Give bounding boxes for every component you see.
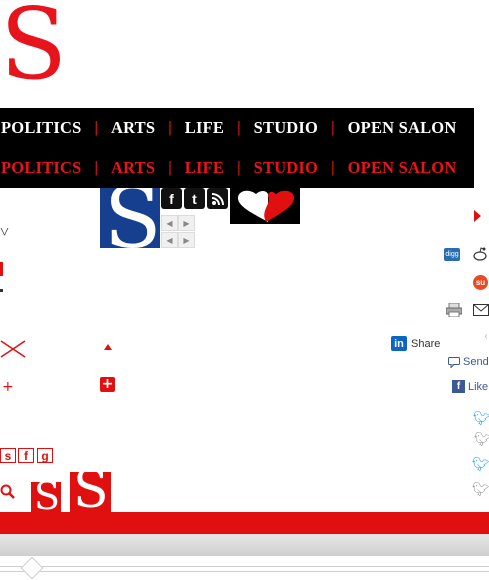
email-icon[interactable] — [473, 303, 489, 321]
edge-red-mark — [0, 262, 3, 276]
salon-logo[interactable]: S — [0, 0, 67, 94]
linkedin-share-label: Share — [411, 337, 441, 350]
twitter-bird-icon[interactable]: 🐦︎ — [473, 411, 489, 427]
nav-separator: | — [331, 159, 335, 176]
stumbleupon-icon[interactable]: su — [473, 275, 488, 290]
reddit-icon[interactable] — [472, 246, 488, 267]
divider-line — [0, 566, 489, 567]
salon-small-logo[interactable]: S — [31, 482, 61, 512]
send-label: Send — [463, 356, 489, 368]
facebook-icon[interactable]: f — [161, 188, 182, 209]
close-icon[interactable] — [0, 340, 26, 363]
facebook-like-button[interactable]: f Like — [452, 380, 488, 393]
collapse-arrow-icon[interactable]: ‹ — [484, 328, 488, 343]
linkedin-icon: in — [391, 336, 407, 351]
nav-separator: | — [168, 159, 172, 176]
nav-item-politics[interactable]: POLITICS — [0, 118, 81, 138]
edge-dot — [0, 289, 3, 292]
edge-glyph: ˅ — [0, 224, 10, 241]
linkedin-share-button[interactable]: in Share — [391, 336, 440, 351]
divider-line — [0, 571, 489, 572]
facebook-like-icon: f — [452, 380, 465, 393]
nav-item-open-salon[interactable]: OPEN SALON — [348, 118, 457, 138]
twitter-icon[interactable]: t — [184, 188, 205, 209]
prev-arrow-disabled-icon: ◀ — [161, 232, 178, 248]
plus-icon[interactable]: + — [2, 380, 14, 394]
main-nav: POLITICS | ARTS | LIFE | STUDIO | OPEN S… — [0, 108, 474, 148]
nav-separator: | — [94, 119, 98, 136]
nav-item-open-salon-hover[interactable]: OPEN SALON — [348, 158, 457, 178]
add-box-icon[interactable]: + — [100, 377, 115, 392]
salon-share-icon[interactable]: s — [0, 448, 16, 463]
nav-separator: | — [168, 119, 172, 136]
salon-s-badge[interactable]: S — [100, 188, 160, 248]
next-arrow-disabled-icon: ▶ — [178, 232, 195, 248]
like-label: Like — [468, 380, 489, 393]
play-arrow-icon[interactable] — [474, 210, 481, 222]
facebook-share-icon[interactable]: f — [18, 448, 34, 463]
twitter-bird-gray-icon[interactable]: 🐦︎ — [472, 482, 489, 498]
caret-up-icon[interactable] — [104, 344, 112, 350]
heart-logo-icon — [230, 188, 300, 224]
gray-divider-bar — [0, 534, 489, 556]
search-icon[interactable] — [0, 484, 16, 505]
salon-medium-logo[interactable]: S — [70, 472, 111, 512]
twitter-bird-icon[interactable]: 🐦︎ — [472, 457, 489, 473]
prev-arrow-icon[interactable]: ◀ — [161, 215, 178, 231]
nav-item-studio-hover[interactable]: STUDIO — [254, 158, 318, 178]
main-nav-hover: POLITICS | ARTS | LIFE | STUDIO | OPEN S… — [0, 148, 474, 188]
nav-separator: | — [94, 159, 98, 176]
nav-separator: | — [331, 119, 335, 136]
nav-item-arts-hover[interactable]: ARTS — [111, 158, 155, 178]
rss-icon[interactable] — [207, 188, 228, 209]
twitter-bird-gray-icon[interactable]: 🐦︎ — [474, 432, 489, 448]
next-arrow-icon[interactable]: ▶ — [178, 215, 195, 231]
diamond-marker-icon — [20, 556, 44, 580]
nav-item-life[interactable]: LIFE — [185, 118, 224, 138]
send-button[interactable]: Send — [448, 356, 489, 368]
nav-item-studio[interactable]: STUDIO — [254, 118, 318, 138]
nav-item-arts[interactable]: ARTS — [111, 118, 155, 138]
google-share-icon[interactable]: g — [37, 448, 53, 463]
nav-item-politics-hover[interactable]: POLITICS — [0, 158, 81, 178]
nav-separator: | — [237, 119, 241, 136]
red-divider-bar — [0, 512, 489, 534]
digg-icon[interactable]: digg — [444, 248, 460, 261]
print-icon[interactable] — [445, 302, 463, 322]
nav-item-life-hover[interactable]: LIFE — [185, 158, 224, 178]
nav-separator: | — [237, 159, 241, 176]
send-icon — [448, 356, 460, 368]
